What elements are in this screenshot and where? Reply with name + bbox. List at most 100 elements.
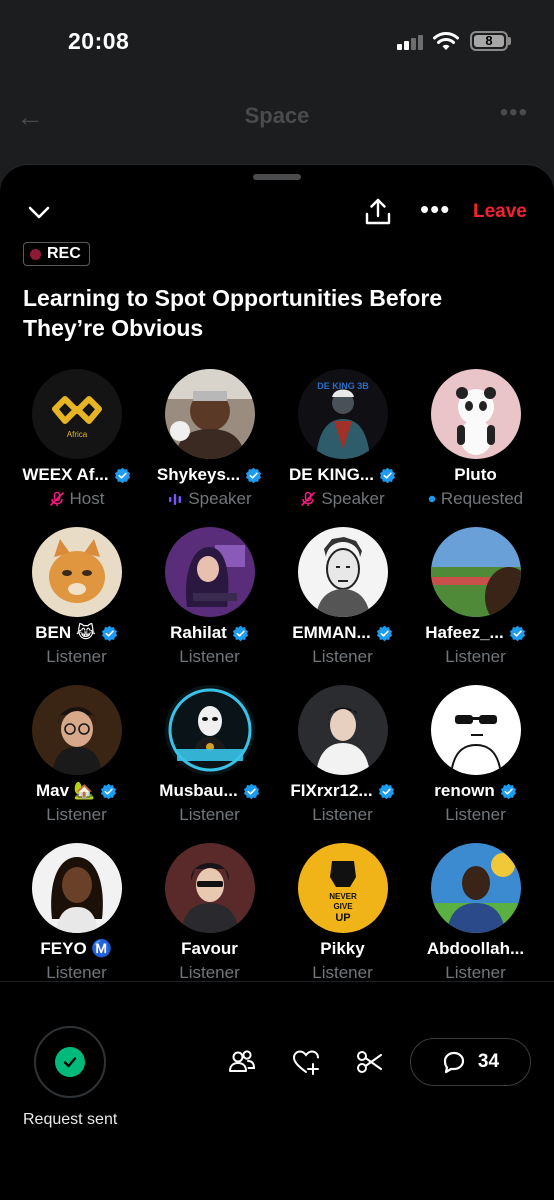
verified-badge-icon	[509, 625, 525, 641]
participant-name: FIXrxr12...	[290, 781, 373, 800]
avatar[interactable]	[431, 843, 521, 933]
participant-card[interactable]: BEN 😹 Listener	[10, 527, 143, 677]
participant-role-label: Listener	[445, 805, 506, 824]
participant-role: Listener	[143, 805, 276, 825]
avatar[interactable]	[32, 527, 122, 617]
participant-role: Host	[10, 489, 143, 509]
participant-role-label: Host	[69, 489, 105, 508]
recording-dot-icon	[30, 248, 41, 260]
avatar[interactable]	[431, 527, 521, 617]
heart-plus-icon[interactable]	[291, 1047, 321, 1077]
participant-name-row: Abdoollah...	[409, 939, 542, 959]
participant-card[interactable]: FIXrxr12... Listener	[276, 685, 409, 835]
participant-name-row: DE KING...	[276, 465, 409, 485]
participant-card[interactable]: Abdoollah... Listener	[409, 843, 542, 993]
svg-text:NEVER: NEVER	[329, 892, 357, 901]
participant-name: WEEX Af...	[22, 465, 109, 484]
avatar[interactable]: NEVER GIVE UP	[298, 843, 388, 933]
recording-badge: REC	[23, 242, 90, 266]
chevron-down-icon[interactable]	[26, 199, 52, 225]
comments-button[interactable]: 34	[410, 1038, 531, 1086]
share-icon[interactable]	[363, 197, 393, 227]
participant-name-row: Musbau...	[143, 781, 276, 801]
avatar[interactable]	[32, 843, 122, 933]
svg-text:DE KING 3B: DE KING 3B	[317, 381, 369, 391]
more-options-icon[interactable]: •••	[420, 196, 450, 222]
participant-card[interactable]: renown Listener	[409, 685, 542, 835]
battery-icon: 8	[470, 31, 508, 51]
participant-role-label: Listener	[312, 805, 373, 824]
svg-text:UP: UP	[335, 912, 350, 924]
avatar[interactable]	[431, 369, 521, 459]
participant-role: Speaker	[276, 489, 409, 509]
participant-role-label: Listener	[445, 963, 506, 982]
verified-badge-icon	[379, 467, 396, 483]
participant-role-label: Requested	[440, 489, 524, 508]
wifi-icon	[433, 32, 459, 50]
participant-card[interactable]: DE KING 3B DE KING... Speaker	[276, 369, 409, 519]
participant-card[interactable]: Musbau... Listener	[143, 685, 276, 835]
participant-name-row: Rahilat	[143, 623, 276, 643]
participant-role-label: Listener	[46, 647, 107, 666]
verified-badge-icon	[378, 783, 394, 799]
avatar[interactable]: DE KING 3B	[298, 369, 388, 459]
underlying-title: Space	[244, 103, 310, 128]
avatar[interactable]	[431, 685, 521, 775]
participant-role: Listener	[10, 647, 143, 667]
participant-role-label: Listener	[179, 805, 240, 824]
avatar[interactable]	[298, 685, 388, 775]
participant-card[interactable]: Rahilat Listener	[143, 527, 276, 677]
leave-button[interactable]: Leave	[473, 201, 527, 223]
avatar[interactable]	[165, 369, 255, 459]
participant-card[interactable]: Favour Listener	[143, 843, 276, 993]
avatar[interactable]: Africa	[32, 369, 122, 459]
participant-name-row: Pikky	[276, 939, 409, 959]
participant-name-row: EMMAN...	[276, 623, 409, 643]
verified-badge-icon	[376, 625, 392, 641]
comment-bubble-icon	[443, 1051, 465, 1074]
participant-name: Mav 🏡	[36, 781, 95, 800]
mic-off-icon	[300, 491, 316, 507]
participant-card[interactable]: Hafeez_... Listener	[409, 527, 542, 677]
participant-role: Requested	[409, 489, 542, 509]
verified-badge-icon	[114, 467, 130, 483]
participant-role-label: Speaker	[188, 489, 252, 508]
participant-role: Listener	[10, 963, 143, 983]
participant-name: Favour	[181, 939, 238, 958]
avatar[interactable]	[165, 843, 255, 933]
verified-badge-icon	[243, 783, 259, 799]
participant-card[interactable]: EMMAN... Listener	[276, 527, 409, 677]
participant-card[interactable]: Shykeys... Speaker	[143, 369, 276, 519]
avatar[interactable]	[298, 527, 388, 617]
participant-name: FEYO Ⓜ️	[40, 939, 113, 958]
battery-level: 8	[474, 34, 504, 47]
participant-card[interactable]: Pluto Requested	[409, 369, 542, 519]
participant-name-row: FEYO Ⓜ️	[10, 939, 143, 959]
participant-card[interactable]: NEVER GIVE UP Pikky Listener	[276, 843, 409, 993]
participant-card[interactable]: Africa WEEX Af... Host	[10, 369, 143, 519]
participant-role-label: Listener	[312, 963, 373, 982]
participant-card[interactable]: Mav 🏡 Listener	[10, 685, 143, 835]
request-status-label: Request sent	[23, 1111, 118, 1128]
verified-badge-icon	[232, 625, 248, 641]
participant-name: renown	[434, 781, 495, 800]
svg-text:GIVE: GIVE	[333, 902, 353, 911]
participant-role-label: Listener	[179, 647, 240, 666]
participant-role: Listener	[10, 805, 143, 825]
participant-role-label: Listener	[46, 805, 107, 824]
avatar[interactable]	[32, 685, 122, 775]
avatar[interactable]	[165, 685, 255, 775]
clip-scissors-icon[interactable]	[355, 1047, 385, 1077]
sheet-grabber[interactable]	[253, 174, 301, 180]
participant-name-row: Mav 🏡	[10, 781, 143, 801]
participant-role-label: Listener	[46, 963, 107, 982]
participant-role-label: Listener	[179, 963, 240, 982]
clock: 20:08	[68, 28, 130, 54]
participant-card[interactable]: FEYO Ⓜ️ Listener	[10, 843, 143, 993]
mic-off-icon	[49, 491, 65, 507]
recording-label: REC	[47, 245, 81, 262]
speaking-bars-icon	[167, 491, 183, 507]
people-icon[interactable]	[227, 1047, 257, 1077]
request-to-speak-button[interactable]	[34, 1026, 106, 1098]
avatar[interactable]	[165, 527, 255, 617]
